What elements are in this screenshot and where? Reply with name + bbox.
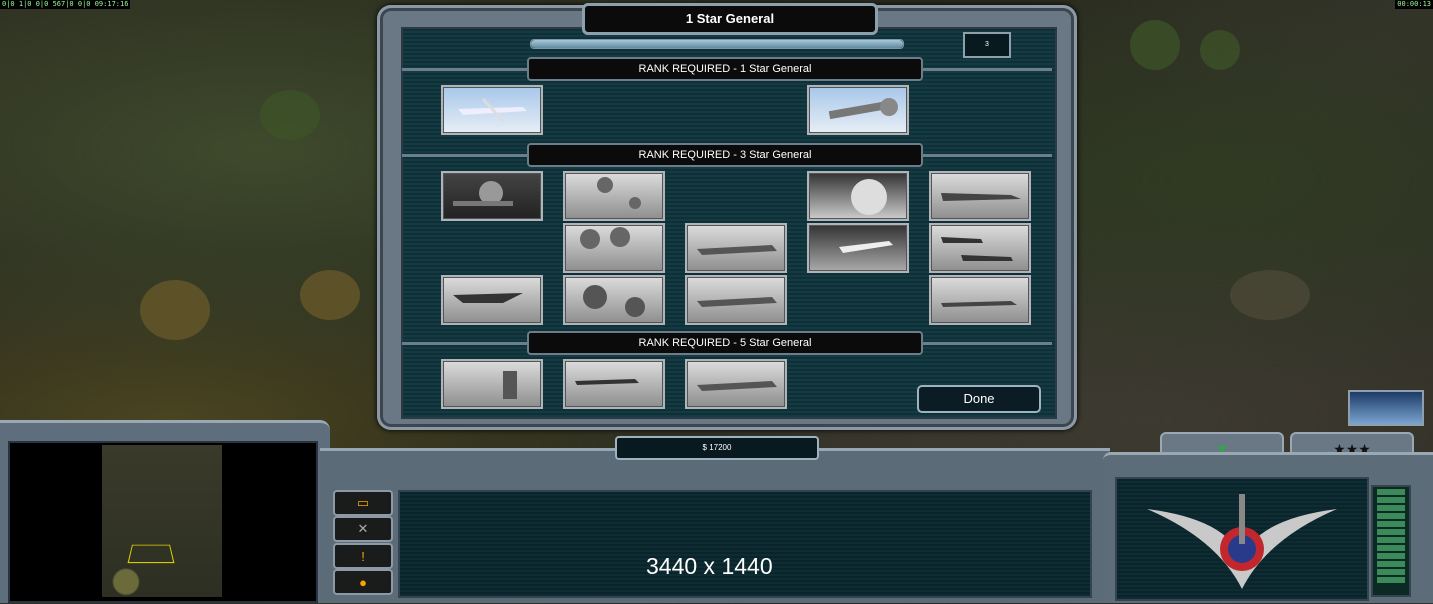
tree bbox=[260, 90, 320, 140]
stealth-bomber-icon[interactable] bbox=[441, 275, 543, 325]
wings-emblem-icon bbox=[1147, 494, 1337, 589]
tree bbox=[140, 280, 210, 340]
panel-title: 1 Star General bbox=[582, 3, 878, 35]
camera-viewport bbox=[127, 544, 175, 564]
fighter-jet-icon[interactable] bbox=[929, 171, 1031, 221]
tree bbox=[300, 270, 360, 320]
money-counter: $ 17200 bbox=[615, 436, 819, 460]
generals-powers-button[interactable]: ✕ bbox=[333, 516, 393, 542]
paradrop-1-icon[interactable] bbox=[563, 171, 665, 221]
rank-progress-bar bbox=[530, 39, 904, 49]
rank-required-5-star: RANK REQUIRED - 5 Star General bbox=[527, 331, 923, 355]
general-emblem-panel bbox=[1103, 452, 1433, 603]
explosion-icon[interactable] bbox=[807, 171, 909, 221]
bomber-2-icon[interactable] bbox=[685, 275, 787, 325]
resolution-label: 3440 x 1440 bbox=[646, 553, 773, 579]
chat-icon: ● bbox=[359, 574, 367, 590]
game-clock: 00:00:13 bbox=[1395, 0, 1433, 9]
chat-button[interactable]: ● bbox=[333, 569, 393, 595]
generals-powers-panel: 1 Star General 3 RANK REQUIRED - 1 Star … bbox=[377, 3, 1077, 430]
wrench-repair-icon[interactable] bbox=[807, 85, 909, 135]
options-icon: ▭ bbox=[356, 495, 370, 510]
rock bbox=[1230, 270, 1310, 320]
tree bbox=[1200, 30, 1240, 70]
alert-button[interactable]: ! bbox=[333, 543, 393, 569]
rank-required-1-star: RANK REQUIRED - 1 Star General bbox=[527, 57, 923, 81]
minimap[interactable] bbox=[102, 445, 222, 597]
bomber-1-icon[interactable] bbox=[685, 223, 787, 273]
camo-soldier-icon[interactable] bbox=[441, 171, 543, 221]
general-emblem bbox=[1115, 477, 1369, 601]
rank-points-counter: 3 bbox=[963, 32, 1011, 58]
supply-drop-icon[interactable] bbox=[441, 359, 543, 409]
tree bbox=[1130, 20, 1180, 70]
minimap-frame bbox=[8, 441, 318, 603]
options-button[interactable]: ▭ bbox=[333, 490, 393, 516]
a10-strike-1-icon[interactable] bbox=[807, 223, 909, 273]
rank-required-3-star: RANK REQUIRED - 3 Star General bbox=[527, 143, 923, 167]
a10-strike-3-icon[interactable] bbox=[929, 275, 1031, 325]
alert-icon: ! bbox=[361, 548, 365, 564]
done-button[interactable]: Done bbox=[917, 385, 1041, 413]
a10-strike-2-icon[interactable] bbox=[929, 223, 1031, 273]
minimap-panel bbox=[0, 420, 330, 603]
power-meter bbox=[1371, 485, 1411, 597]
debug-readout: 0|0 1|0 0|0 567|0 0|0 09:17:16 bbox=[0, 0, 131, 9]
paradrop-3-icon[interactable] bbox=[563, 275, 665, 325]
satellite-icon[interactable] bbox=[1348, 390, 1424, 426]
predator-drone-icon[interactable] bbox=[441, 85, 543, 135]
command-console bbox=[398, 490, 1092, 598]
paradrop-2-icon[interactable] bbox=[563, 223, 665, 273]
carpet-bomb-icon[interactable] bbox=[563, 359, 665, 409]
crossed-swords-icon: ✕ bbox=[357, 521, 369, 536]
bomber-3-icon[interactable] bbox=[685, 359, 787, 409]
